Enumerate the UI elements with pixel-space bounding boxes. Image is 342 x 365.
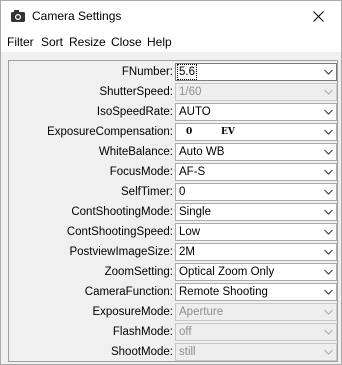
setting-dropdown[interactable]: Auto WB xyxy=(175,143,337,161)
setting-label: ContShootingSpeed: xyxy=(66,226,173,238)
chevron-down-icon[interactable] xyxy=(323,267,334,277)
setting-row: ContShootingMode: Single xyxy=(9,202,337,222)
dropdown-value: 2M xyxy=(179,246,195,258)
chevron-down-icon[interactable] xyxy=(323,287,334,297)
dropdown-value: 0 xyxy=(179,186,186,198)
setting-dropdown[interactable]: 5.6 xyxy=(175,63,337,81)
window-title: Camera Settings xyxy=(32,9,122,23)
setting-dropdown: Aperture xyxy=(175,303,337,321)
close-button[interactable] xyxy=(295,1,341,32)
chevron-down-icon xyxy=(324,349,333,355)
chevron-down-icon[interactable] xyxy=(323,187,334,197)
dropdown-value: Single xyxy=(179,206,211,218)
setting-dropdown: still xyxy=(175,343,337,361)
chevron-down-icon[interactable] xyxy=(323,67,334,77)
setting-label: ZoomSetting: xyxy=(104,266,173,278)
menu-filter[interactable]: Filter xyxy=(7,35,34,49)
setting-row: WhiteBalance: Auto WB xyxy=(9,142,337,162)
setting-dropdown[interactable]: AF-S xyxy=(175,163,337,181)
setting-label: FlashMode: xyxy=(112,326,173,338)
setting-dropdown[interactable]: 0 xyxy=(175,183,337,201)
setting-row: ZoomSetting: Optical Zoom Only xyxy=(9,262,337,282)
title-bar[interactable]: Camera Settings xyxy=(1,1,341,32)
dropdown-value: AUTO xyxy=(179,106,211,118)
chevron-down-icon[interactable] xyxy=(323,127,334,137)
setting-row: IsoSpeedRate: AUTO xyxy=(9,102,337,122)
setting-label: IsoSpeedRate: xyxy=(96,106,173,118)
dropdown-value: AF-S xyxy=(179,166,206,178)
setting-dropdown: off xyxy=(175,323,337,341)
chevron-down-icon xyxy=(324,89,333,95)
setting-row: FlashMode: off xyxy=(9,322,337,342)
setting-row: CameraFunction: Remote Shooting xyxy=(9,282,337,302)
setting-row: ShootMode: still xyxy=(9,342,337,362)
setting-row: ContShootingSpeed: Low xyxy=(9,222,337,242)
dropdown-value: Optical Zoom Only xyxy=(179,266,275,278)
ev-unit: EV xyxy=(221,127,235,137)
setting-label: ExposureCompensation: xyxy=(47,126,173,138)
setting-label: WhiteBalance: xyxy=(98,146,173,158)
dropdown-value: 1/60 xyxy=(179,86,202,98)
setting-dropdown[interactable]: AUTO xyxy=(175,103,337,121)
setting-label: PostviewImageSize: xyxy=(69,246,173,258)
setting-dropdown: 1/60 xyxy=(175,83,337,101)
menu-resize[interactable]: Resize xyxy=(69,35,106,49)
menu-bar: Filter Sort Resize Close Help xyxy=(1,32,341,52)
setting-dropdown[interactable]: Low xyxy=(175,223,337,241)
setting-dropdown[interactable]: 2M xyxy=(175,243,337,261)
setting-dropdown[interactable]: Optical Zoom Only xyxy=(175,263,337,281)
setting-row: ExposureCompensation: 0 EV xyxy=(9,122,337,142)
settings-area: FNumber: 5.6 ShutterSpeed: 1/60 IsoSpeedRate… xyxy=(1,52,341,364)
setting-row: PostviewImageSize: 2M xyxy=(9,242,337,262)
chevron-down-icon[interactable] xyxy=(323,107,334,117)
exposure-compensation-control[interactable]: 0 EV xyxy=(175,123,337,141)
setting-label: SelfTimer: xyxy=(121,186,173,198)
setting-label: ShutterSpeed: xyxy=(99,86,173,98)
menu-help[interactable]: Help xyxy=(147,35,172,49)
chevron-down-icon[interactable] xyxy=(323,207,334,217)
dropdown-value: off xyxy=(179,326,192,338)
chevron-down-icon[interactable] xyxy=(323,147,334,157)
setting-label: ExposureMode: xyxy=(92,306,173,318)
setting-label: FocusMode: xyxy=(109,166,173,178)
chevron-down-icon xyxy=(324,309,333,315)
setting-row: SelfTimer: 0 xyxy=(9,182,337,202)
setting-row: FocusMode: AF-S xyxy=(9,162,337,182)
dropdown-value: still xyxy=(179,346,196,358)
close-icon xyxy=(312,11,324,22)
dropdown-value: Remote Shooting xyxy=(179,286,268,298)
dropdown-value: Aperture xyxy=(179,306,224,318)
chevron-down-icon xyxy=(324,329,333,335)
dropdown-value: Auto WB xyxy=(179,146,225,158)
settings-panel: FNumber: 5.6 ShutterSpeed: 1/60 IsoSpeedRate… xyxy=(8,60,338,362)
camera-icon xyxy=(11,10,25,22)
setting-dropdown[interactable]: Remote Shooting xyxy=(175,283,337,301)
dropdown-value: 5.6 xyxy=(177,64,197,80)
setting-dropdown[interactable]: Single xyxy=(175,203,337,221)
setting-row: ExposureMode: Aperture xyxy=(9,302,337,322)
ev-value: 0 xyxy=(186,127,193,137)
dropdown-value: Low xyxy=(179,226,201,238)
menu-sort[interactable]: Sort xyxy=(41,35,63,49)
setting-row: FNumber: 5.6 xyxy=(9,62,337,82)
setting-label: FNumber: xyxy=(121,66,173,78)
chevron-down-icon[interactable] xyxy=(323,167,334,177)
setting-label: CameraFunction: xyxy=(84,286,173,298)
setting-label: ShootMode: xyxy=(110,346,173,358)
setting-label: ContShootingMode: xyxy=(71,206,173,218)
camera-settings-window: Camera Settings Filter Sort Resize Close… xyxy=(0,0,342,365)
menu-close[interactable]: Close xyxy=(111,35,142,49)
setting-row: ShutterSpeed: 1/60 xyxy=(9,82,337,102)
chevron-down-icon[interactable] xyxy=(323,247,334,257)
chevron-down-icon[interactable] xyxy=(323,227,334,237)
